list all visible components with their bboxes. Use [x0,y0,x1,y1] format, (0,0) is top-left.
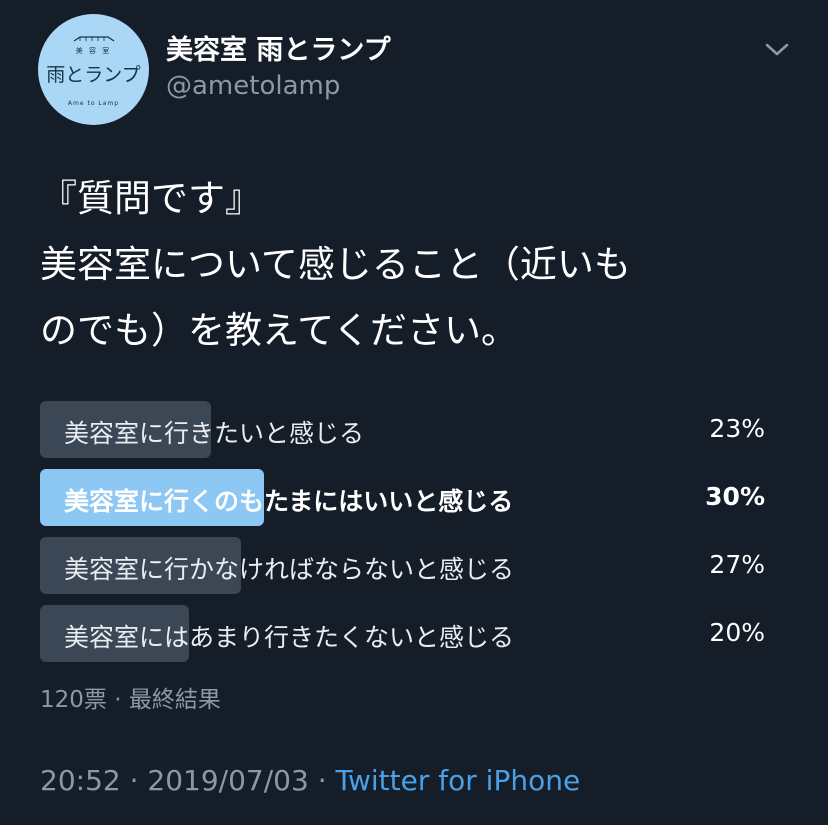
tweet-time[interactable]: 20:52 [40,764,121,797]
poll-option-percent: 27% [709,550,765,579]
chevron-down-icon[interactable] [764,42,790,58]
footer-separator: · [317,764,327,797]
poll-status: 最終結果 [128,687,221,713]
poll-option-label: 美容室に行くのもたまにはいいと感じる [64,487,514,516]
poll-option-label: 美容室にはあまり行きたくないと感じる [64,623,515,652]
poll-option-percent: 23% [709,414,765,443]
poll-option-winner[interactable]: 美容室に行くのもたまにはいいと感じる 30% [40,469,768,526]
tweet-text: 『質問です』 美容室について感じること（近いも のでも）を教えてください。 [40,177,631,352]
poll-option[interactable]: 美容室に行きたいと感じる 23% [40,401,768,458]
poll-option[interactable]: 美容室にはあまり行きたくないと感じる 20% [40,605,768,662]
roof-logo-icon [73,36,115,42]
avatar[interactable]: 美 容 室 雨とランプ Ame to Lamp [38,14,149,125]
meta-separator: · [114,687,122,713]
poll-meta: 120票 · 最終結果 [40,680,221,714]
poll-option-percent: 30% [705,482,765,511]
tweet-date[interactable]: 2019/07/03 [147,764,308,797]
user-handle[interactable]: @ametolamp [166,71,340,101]
avatar-text-top: 美 容 室 [75,47,112,55]
tweet-source-link[interactable]: Twitter for iPhone [336,764,581,797]
footer-separator: · [129,764,139,797]
vote-count: 120票 [40,687,107,713]
avatar-text-main: 雨とランプ [46,64,141,86]
poll-option-percent: 20% [709,618,765,647]
poll-option-label: 美容室に行きたいと感じる [64,419,365,448]
poll-option[interactable]: 美容室に行かなければならないと感じる 27% [40,537,768,594]
tweet-footer: 20:52 · 2019/07/03 · Twitter for iPhone [40,764,580,797]
poll-option-label: 美容室に行かなければならないと感じる [64,555,515,584]
display-name[interactable]: 美容室 雨とランプ [166,28,391,67]
avatar-text-bottom: Ame to Lamp [67,100,120,107]
